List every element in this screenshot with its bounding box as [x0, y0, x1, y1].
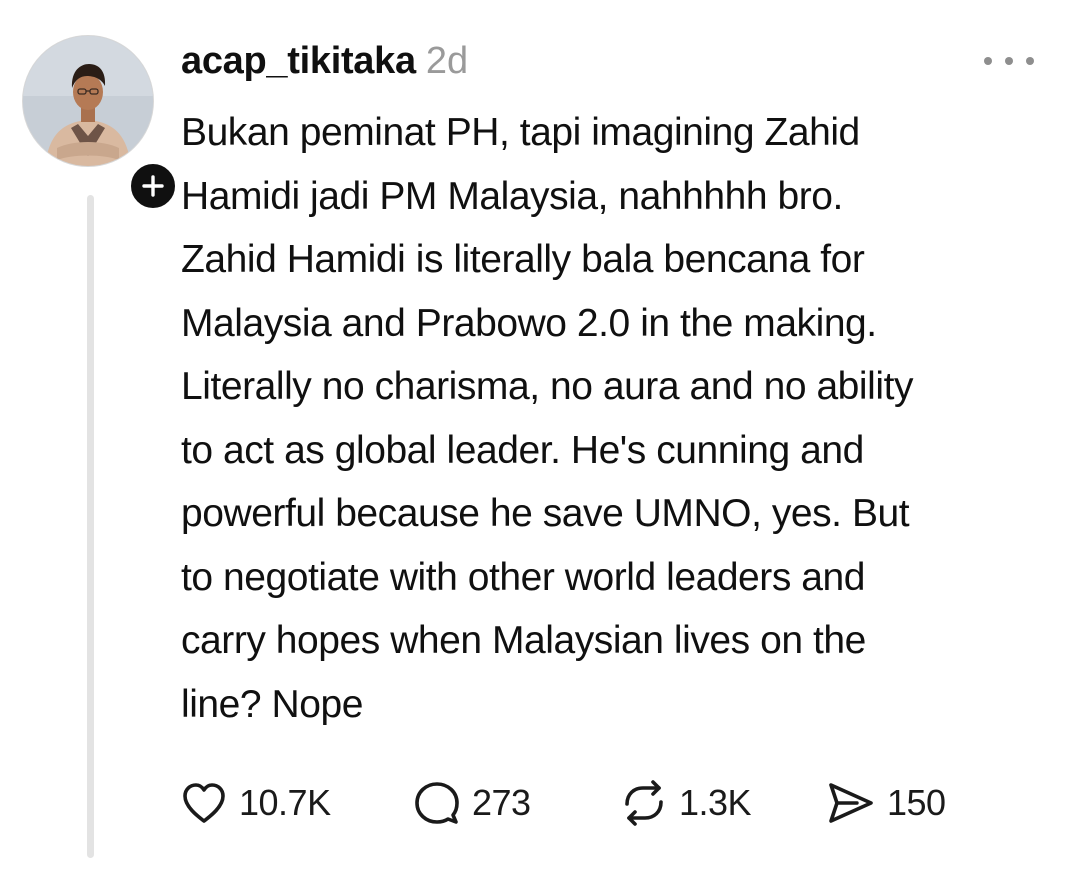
speech-bubble-icon	[415, 782, 459, 824]
post-header: acap_tikitaka 2d	[181, 40, 468, 90]
post-text-line: carry hopes when Malaysian lives on the	[181, 619, 866, 662]
paper-plane-icon	[829, 783, 873, 823]
more-horizontal-icon	[1005, 57, 1013, 65]
follow-button[interactable]	[126, 159, 180, 213]
more-options-button[interactable]	[984, 46, 1034, 76]
post-text-line: to negotiate with other world leaders an…	[181, 555, 865, 599]
more-horizontal-icon	[1026, 57, 1034, 65]
post-text-line: Bukan peminat PH, tapi imagining Zahid	[181, 111, 860, 154]
post-text-line: to act as global leader. He's cunning an…	[181, 428, 864, 472]
post-text-line: line? Nope	[181, 682, 363, 726]
author-avatar-container	[22, 35, 180, 213]
plus-icon	[142, 175, 164, 197]
share-count: 150	[887, 782, 946, 823]
share-button[interactable]: 150	[827, 778, 946, 828]
post-text-line: Hamidi jadi PM Malaysia, nahhhhh bro.	[181, 174, 843, 218]
like-count: 10.7K	[239, 782, 331, 823]
username-link[interactable]: acap_tikitaka	[181, 40, 416, 83]
post-timestamp[interactable]: 2d	[426, 40, 468, 83]
comment-count: 273	[472, 782, 531, 823]
thread-line	[87, 195, 94, 858]
action-bar: 10.7K 273 1.3K 150	[181, 778, 1041, 828]
more-horizontal-icon	[984, 57, 992, 65]
profile-photo	[23, 36, 153, 166]
repost-arrows-icon	[625, 780, 663, 826]
post-text-line: Zahid Hamidi is literally bala bencana f…	[181, 238, 865, 281]
post-text-line: powerful because he save UMNO, yes. But	[181, 492, 910, 535]
post-text-line: Literally no charisma, no aura and no ab…	[181, 365, 914, 408]
thread-post: acap_tikitaka 2d Bukan peminat PH, tapi …	[0, 0, 1080, 885]
post-body: Bukan peminat PH, tapi imagining Zahid H…	[181, 101, 1041, 736]
comment-button[interactable]: 273	[414, 778, 531, 828]
heart-icon	[183, 783, 225, 823]
repost-button[interactable]: 1.3K	[621, 778, 752, 828]
like-button[interactable]: 10.7K	[181, 778, 331, 828]
post-text-line: Malaysia and Prabowo 2.0 in the making.	[181, 301, 877, 345]
avatar[interactable]	[22, 35, 154, 167]
repost-count: 1.3K	[679, 782, 752, 823]
